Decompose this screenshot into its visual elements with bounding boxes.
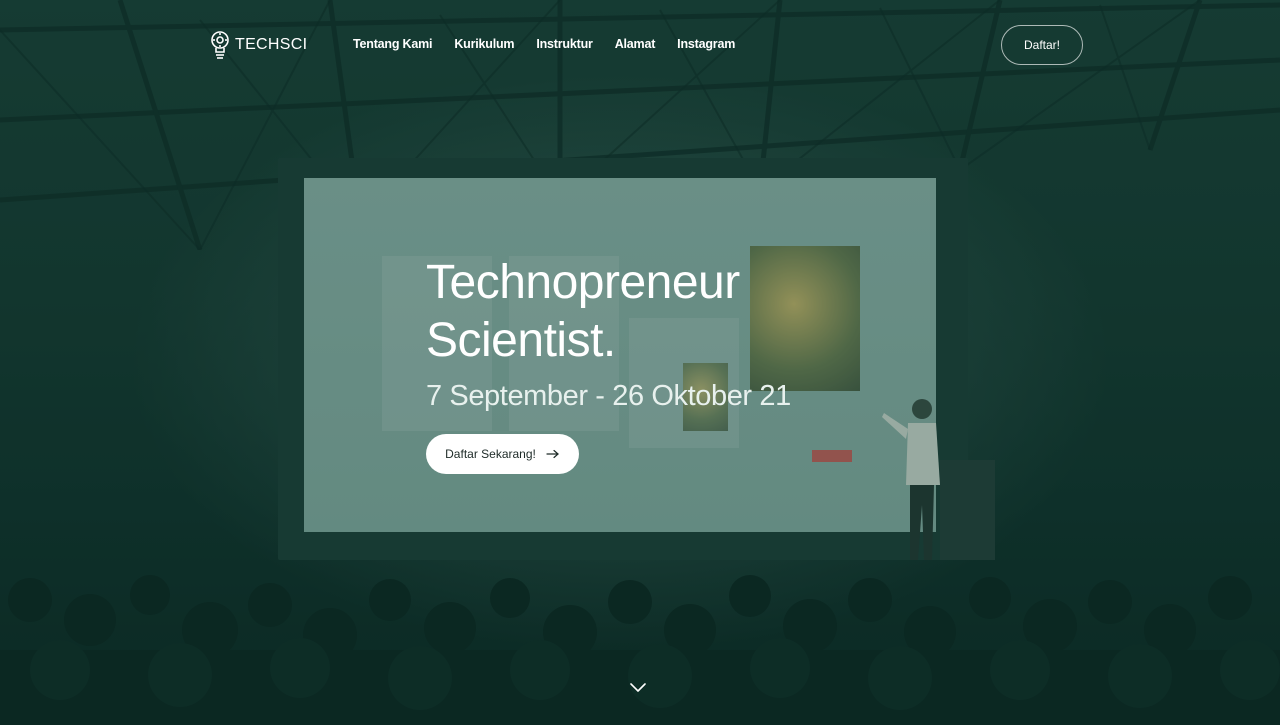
hero-title-line1: Technopreneur (426, 256, 740, 309)
daftar-sekarang-button[interactable]: Daftar Sekarang! (426, 434, 579, 474)
top-navbar: TECHSCI Tentang Kami Kurikulum Instruktu… (0, 0, 1280, 90)
daftar-button[interactable]: Daftar! (1001, 25, 1083, 65)
nav-link-tentang-kami[interactable]: Tentang Kami (353, 37, 433, 51)
nav-link-alamat[interactable]: Alamat (615, 37, 656, 51)
nav-link-kurikulum[interactable]: Kurikulum (454, 37, 514, 51)
arrow-right-icon (546, 449, 559, 459)
hero-section: Technopreneur Scientist. 7 September - 2… (426, 254, 846, 474)
hero-title: Technopreneur Scientist. (426, 254, 846, 370)
main-menu: Tentang Kami Kurikulum Instruktur Alamat… (353, 37, 735, 51)
hero-title-line2: Scientist. (426, 314, 616, 367)
nav-link-instruktur[interactable]: Instruktur (536, 37, 593, 51)
chevron-down-icon[interactable] (629, 681, 647, 693)
brand-logo[interactable]: TECHSCI (209, 30, 307, 60)
lightbulb-gear-icon (211, 31, 229, 59)
nav-link-instagram[interactable]: Instagram (677, 37, 735, 51)
brand-name: TECHSCI (235, 36, 308, 53)
daftar-sekarang-label: Daftar Sekarang! (445, 447, 536, 461)
event-dates: 7 September - 26 Oktober 21 (426, 380, 791, 412)
